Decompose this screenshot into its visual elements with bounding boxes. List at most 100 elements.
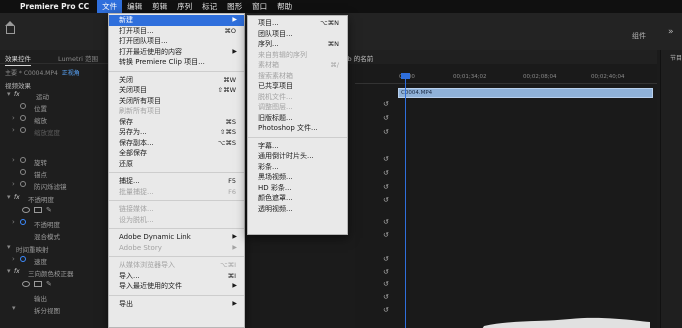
app-menu[interactable]: Premiere Pro CC: [20, 2, 89, 11]
file-menu-item-0[interactable]: 新建 ▶: [109, 15, 244, 26]
menu-item-shortcut: ⇧⌘S: [219, 128, 236, 136]
menu-file[interactable]: 文件: [97, 0, 123, 13]
param-label: 缩放: [34, 117, 47, 125]
reset-icon[interactable]: ↺: [383, 155, 389, 163]
disclosure-icon[interactable]: ›: [12, 126, 15, 134]
new-menu-item-9[interactable]: 旧版标题...: [248, 113, 347, 124]
stopwatch-icon[interactable]: [20, 256, 26, 262]
file-menu-item-6[interactable]: 关闭 ⌘W: [109, 75, 244, 86]
rect-mask-icon[interactable]: [34, 281, 42, 287]
file-menu-item-10[interactable]: 保存 ⌘S: [109, 117, 244, 128]
new-menu-item-12[interactable]: 字幕...: [248, 141, 347, 152]
file-menu-item-8[interactable]: 关闭所有项目: [109, 96, 244, 107]
new-menu-item-17[interactable]: 颜色遮罩...: [248, 193, 347, 204]
file-menu-item-16[interactable]: 捕捉... F5: [109, 176, 244, 187]
stopwatch-icon[interactable]: [20, 115, 26, 121]
file-menu-item-26[interactable]: 导入... ⌘I: [109, 271, 244, 282]
param-label: 速度: [34, 258, 47, 266]
file-menu-item-27[interactable]: 导入最近使用的文件 ▶: [109, 281, 244, 292]
reset-icon[interactable]: ↺: [383, 306, 389, 314]
program-monitor-tab[interactable]: 节目: [670, 53, 682, 62]
menu-clip[interactable]: 剪辑: [147, 0, 172, 13]
file-menu-item-11[interactable]: 另存为... ⇧⌘S: [109, 127, 244, 138]
workspace-tab[interactable]: 组件: [632, 31, 646, 41]
new-menu-item-16[interactable]: HD 彩条...: [248, 183, 347, 194]
menu-graphics[interactable]: 图形: [222, 0, 247, 13]
file-menu-item-20: 设为脱机...: [109, 215, 244, 226]
disclosure-icon[interactable]: ›: [12, 156, 15, 164]
disclosure-icon[interactable]: ▾: [7, 243, 11, 251]
file-menu-item-23: Adobe Story ▶: [109, 243, 244, 254]
new-menu-item-6[interactable]: 已共享项目: [248, 81, 347, 92]
stopwatch-icon[interactable]: [20, 157, 26, 163]
menu-markers[interactable]: 标记: [197, 0, 222, 13]
file-menu-item-13[interactable]: 全部保存: [109, 148, 244, 159]
menu-item-label: 链接媒体...: [119, 205, 154, 213]
menu-item-label: 字幕...: [258, 141, 279, 150]
disclosure-icon[interactable]: ›: [12, 114, 15, 122]
reset-icon[interactable]: ↺: [383, 100, 389, 108]
stopwatch-icon[interactable]: [20, 219, 26, 225]
disclosure-icon[interactable]: ›: [12, 180, 15, 188]
file-menu-item-3[interactable]: 打开最近使用的内容 ▶: [109, 47, 244, 58]
ellipse-mask-icon[interactable]: [22, 207, 30, 213]
file-menu-item-2[interactable]: 打开团队项目...: [109, 36, 244, 47]
menu-window[interactable]: 窗口: [247, 0, 272, 13]
reset-icon[interactable]: ↺: [383, 128, 389, 136]
clip-selector[interactable]: 主要 * C0004.MP4 正视角: [5, 68, 80, 77]
reset-icon[interactable]: ↺: [383, 218, 389, 226]
reset-icon[interactable]: ↺: [383, 196, 389, 204]
disclosure-icon[interactable]: ▾: [7, 90, 11, 98]
new-menu-item-2[interactable]: 序列... ⌘N: [248, 39, 347, 50]
menu-help[interactable]: 帮助: [272, 0, 297, 13]
disclosure-icon[interactable]: ▾: [7, 267, 11, 275]
stopwatch-icon[interactable]: [20, 169, 26, 175]
reset-icon[interactable]: ↺: [383, 114, 389, 122]
disclosure-icon[interactable]: ▾: [12, 304, 16, 312]
reset-icon[interactable]: ↺: [383, 183, 389, 191]
stopwatch-icon[interactable]: [20, 127, 26, 133]
effect-timeline[interactable]: 00:00 00;01;34;02 00;02;08;04 00;02;40;0…: [355, 64, 657, 328]
new-menu-item-0[interactable]: 项目... ⌥⌘N: [248, 18, 347, 29]
menu-edit[interactable]: 编辑: [122, 0, 147, 13]
disclosure-icon[interactable]: ›: [12, 255, 15, 263]
fx-icon[interactable]: fx: [14, 194, 20, 201]
new-menu-item-18[interactable]: 透明视频...: [248, 204, 347, 215]
reset-icon[interactable]: ↺: [383, 268, 389, 276]
new-menu-item-10[interactable]: Photoshop 文件...: [248, 123, 347, 134]
reset-icon[interactable]: ↺: [383, 169, 389, 177]
reset-icon[interactable]: ↺: [383, 231, 389, 239]
clip-link[interactable]: 正视角: [62, 70, 80, 77]
ellipse-mask-icon[interactable]: [22, 281, 30, 287]
clip-bar[interactable]: C0004.MP4: [398, 88, 653, 98]
file-menu-item-7[interactable]: 关闭项目 ⇧⌘W: [109, 85, 244, 96]
file-menu-item-12[interactable]: 保存副本... ⌥⌘S: [109, 138, 244, 149]
pen-mask-icon[interactable]: ✎: [46, 207, 52, 214]
playhead[interactable]: [405, 73, 406, 328]
fx-icon[interactable]: fx: [14, 91, 20, 98]
reset-icon[interactable]: ↺: [383, 255, 389, 263]
new-menu-item-14[interactable]: 彩条...: [248, 162, 347, 173]
new-menu-item-1[interactable]: 团队项目...: [248, 29, 347, 40]
fx-icon[interactable]: fx: [14, 268, 20, 275]
menu-sequence[interactable]: 序列: [172, 0, 197, 13]
workspace-overflow-icon[interactable]: »: [668, 27, 674, 37]
tab-lumetri-scopes[interactable]: Lumetri 范围: [58, 53, 98, 63]
disclosure-icon[interactable]: ▾: [7, 193, 11, 201]
new-menu-item-15[interactable]: 黑场视频...: [248, 172, 347, 183]
reset-icon[interactable]: ↺: [383, 293, 389, 301]
tab-effect-controls[interactable]: 效果控件: [5, 53, 31, 66]
new-menu-item-13[interactable]: 通用倒计时片头...: [248, 151, 347, 162]
file-menu-item-22[interactable]: Adobe Dynamic Link ▶: [109, 232, 244, 243]
file-menu-item-29[interactable]: 导出 ▶: [109, 299, 244, 310]
disclosure-icon[interactable]: ›: [12, 218, 15, 226]
reset-icon[interactable]: ↺: [383, 280, 389, 288]
file-menu-item-4[interactable]: 转换 Premiere Clip 项目...: [109, 57, 244, 68]
home-icon[interactable]: [5, 21, 15, 34]
pen-mask-icon[interactable]: ✎: [46, 281, 52, 288]
file-menu-item-1[interactable]: 打开项目... ⌘O: [109, 26, 244, 37]
rect-mask-icon[interactable]: [34, 207, 42, 213]
stopwatch-icon[interactable]: [20, 181, 26, 187]
file-menu-item-14[interactable]: 还原: [109, 159, 244, 170]
stopwatch-icon[interactable]: [20, 103, 26, 109]
